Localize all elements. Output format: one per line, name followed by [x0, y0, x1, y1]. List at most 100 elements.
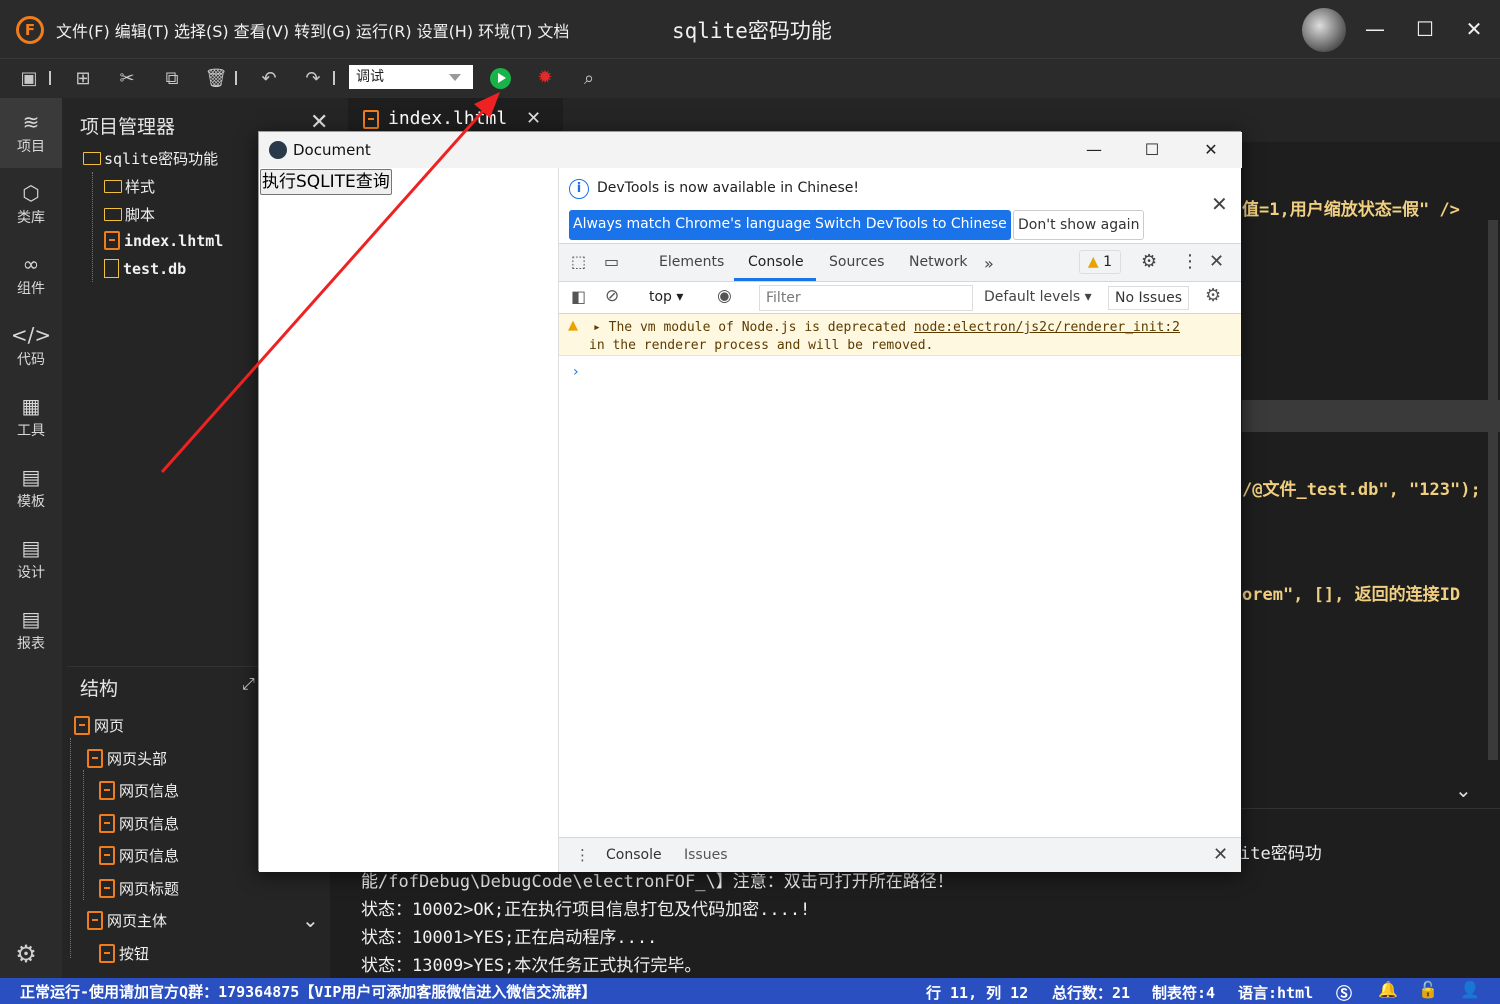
minimize-button[interactable]: —: [1360, 14, 1390, 44]
struct-item-body[interactable]: 网页主体: [87, 910, 167, 931]
tree-root-folder[interactable]: sqlite密码功能: [83, 148, 218, 169]
struct-item-meta-1[interactable]: 网页信息: [99, 780, 179, 801]
redo-icon[interactable]: ↷: [301, 67, 325, 91]
run-sqlite-query-button[interactable]: 执行SQLITE查询: [260, 169, 392, 195]
devtools-close-icon[interactable]: ✕: [1209, 251, 1224, 272]
console-filter-input[interactable]: Filter: [759, 285, 973, 311]
eye-icon[interactable]: ◉: [717, 286, 732, 306]
struct-item-page[interactable]: 网页: [74, 715, 124, 736]
settings-gear-icon[interactable]: ⚙: [1141, 251, 1157, 272]
drawer-close-icon[interactable]: ✕: [1213, 844, 1228, 865]
tree-item-index[interactable]: index.lhtml: [104, 231, 223, 250]
new-file-icon[interactable]: ⊞: [71, 67, 95, 91]
settings-gear-icon[interactable]: ⚙: [12, 940, 40, 968]
issues-button[interactable]: No Issues: [1108, 286, 1189, 310]
copy-icon[interactable]: ⧉: [160, 67, 184, 91]
html-file-icon: [87, 749, 103, 768]
editor-scrollbar[interactable]: [1488, 220, 1498, 760]
cursor-position[interactable]: 行 11, 列 12: [926, 982, 1028, 1003]
log-levels-select[interactable]: Default levels ▾: [984, 289, 1092, 305]
doc-minimize-button[interactable]: —: [1081, 138, 1107, 162]
avatar[interactable]: [1302, 8, 1346, 52]
close-button[interactable]: ✕: [1459, 14, 1489, 44]
context-select[interactable]: top ▾: [649, 289, 683, 305]
menu-goto[interactable]: 转到(G): [294, 22, 351, 41]
undo-icon[interactable]: ↶: [257, 67, 281, 91]
struct-item-title[interactable]: 网页标题: [99, 878, 179, 899]
sidebar-toggle-icon[interactable]: ◧: [571, 287, 586, 306]
language-mode[interactable]: 语言:html: [1238, 982, 1313, 1003]
activity-templates[interactable]: ▤ 模板: [0, 453, 62, 523]
clear-console-icon[interactable]: ⊘: [605, 286, 619, 306]
code-line: 值=1,用户缩放状态=假" />: [1242, 195, 1460, 220]
console-prompt[interactable]: ›: [573, 364, 579, 380]
unlock-icon[interactable]: 🔓: [1418, 980, 1438, 999]
activity-design[interactable]: ▤ 设计: [0, 524, 62, 594]
always-match-language-button[interactable]: Always match Chrome's language: [569, 210, 815, 240]
more-tabs-icon[interactable]: »: [984, 254, 994, 273]
activity-library[interactable]: ⬡ 类库: [0, 169, 62, 239]
menu-run[interactable]: 运行(R): [356, 22, 412, 41]
account-icon[interactable]: 👤: [1460, 980, 1480, 999]
maximize-button[interactable]: ☐: [1410, 14, 1440, 44]
dont-show-again-button[interactable]: Don't show again: [1013, 210, 1145, 240]
console-settings-icon[interactable]: ⚙: [1205, 285, 1221, 306]
doc-close-button[interactable]: ✕: [1198, 138, 1224, 162]
struct-item-meta-3[interactable]: 网页信息: [99, 845, 179, 866]
activity-reports[interactable]: ▤ 报表: [0, 595, 62, 665]
menu-select[interactable]: 选择(S): [174, 22, 229, 41]
warning-icon: ▲: [1087, 254, 1099, 270]
banner-close-icon[interactable]: ✕: [1211, 192, 1228, 216]
struct-item-head[interactable]: 网页头部: [87, 748, 167, 769]
message-line: in the renderer process and will be remo…: [589, 338, 934, 353]
tree-label: 网页信息: [119, 815, 180, 833]
tab-close-icon[interactable]: ✕: [526, 108, 541, 129]
source-link[interactable]: node:electron/js2c/renderer_init:2: [914, 320, 1180, 335]
tree-item-testdb[interactable]: test.db: [104, 259, 186, 278]
run-button[interactable]: [490, 68, 511, 89]
struct-item-button[interactable]: 按钮: [99, 943, 149, 964]
debug-bug-icon[interactable]: ✹: [535, 67, 555, 89]
menu-env[interactable]: 环境(T): [478, 22, 532, 41]
device-toolbar-icon[interactable]: ▭: [604, 252, 619, 271]
warnings-counter[interactable]: ▲ 1: [1079, 250, 1121, 274]
save-icon[interactable]: ▣: [17, 67, 41, 91]
activity-components[interactable]: ∞ 组件: [0, 240, 62, 310]
bell-icon[interactable]: 🔔: [1378, 980, 1398, 999]
menu-file[interactable]: 文件(F): [56, 22, 110, 41]
design-icon: ▤: [21, 536, 41, 560]
delete-icon[interactable]: 🗑: [204, 67, 228, 91]
chevron-down-icon[interactable]: ⌄: [302, 908, 319, 932]
switch-to-chinese-button[interactable]: Switch DevTools to Chinese: [811, 210, 1011, 240]
devtools-tabs: ⬚ ▭ Elements Console Sources Network » ▲…: [559, 244, 1241, 282]
preview-search-icon[interactable]: ⌕: [577, 67, 601, 91]
tree-item-styles[interactable]: 样式: [104, 176, 155, 197]
dollar-icon[interactable]: Ⓢ: [1336, 980, 1352, 1004]
activity-code[interactable]: </> 代码: [0, 311, 62, 381]
drawer-tab-console[interactable]: Console: [606, 847, 662, 863]
menu-view[interactable]: 查看(V): [234, 22, 289, 41]
output-line: 状态：10001>YES;正在启动程序....: [361, 928, 658, 948]
panel-collapse-icon[interactable]: ⌄: [1455, 778, 1472, 802]
menu-edit[interactable]: 编辑(T): [115, 22, 169, 41]
doc-maximize-button[interactable]: ☐: [1139, 138, 1165, 162]
tree-item-scripts[interactable]: 脚本: [104, 204, 155, 225]
run-mode-select[interactable]: 调试: [349, 65, 473, 89]
activity-project[interactable]: ≋ 项目: [0, 98, 62, 168]
drawer-menu-icon[interactable]: ⋮: [575, 846, 590, 864]
menu-settings[interactable]: 设置(H): [417, 22, 474, 41]
tab-size[interactable]: 制表符:4: [1152, 982, 1215, 1003]
tab-console[interactable]: Console: [748, 254, 804, 270]
cut-icon[interactable]: ✂: [115, 67, 139, 91]
struct-item-meta-2[interactable]: 网页信息: [99, 813, 179, 834]
console-warning-message[interactable]: ▲ ▸ The vm module of Node.js is deprecat…: [559, 314, 1241, 356]
expand-icon[interactable]: ⤢: [242, 674, 255, 694]
activity-tools[interactable]: ▦ 工具: [0, 382, 62, 452]
menu-docs[interactable]: 文档: [537, 22, 569, 41]
tab-elements[interactable]: Elements: [659, 254, 724, 270]
tab-sources[interactable]: Sources: [829, 254, 884, 270]
kebab-menu-icon[interactable]: ⋮: [1181, 251, 1199, 272]
inspect-element-icon[interactable]: ⬚: [571, 252, 586, 271]
drawer-tab-issues[interactable]: Issues: [684, 847, 728, 863]
tab-network[interactable]: Network: [909, 254, 967, 270]
